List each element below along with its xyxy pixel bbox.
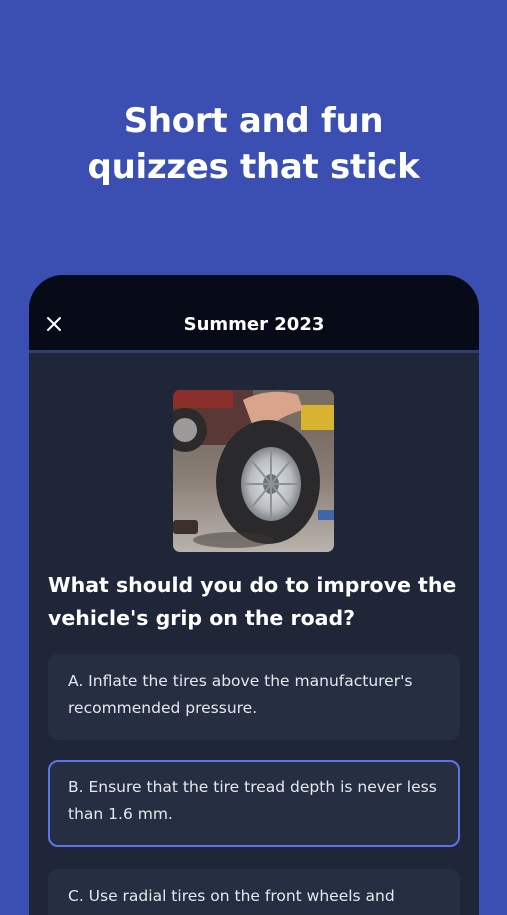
headline-line-1: Short and fun bbox=[123, 101, 384, 141]
answer-option-a[interactable]: A. Inflate the tires above the manufactu… bbox=[48, 654, 460, 740]
answer-option-c[interactable]: C. Use radial tires on the front wheels … bbox=[48, 869, 460, 915]
promo-headline: Short and fun quizzes that stick bbox=[0, 98, 507, 190]
answer-option-b[interactable]: B. Ensure that the tire tread depth is n… bbox=[48, 760, 460, 847]
quiz-header: Summer 2023 bbox=[29, 275, 479, 350]
quiz-title: Summer 2023 bbox=[183, 314, 325, 335]
headline-line-2: quizzes that stick bbox=[87, 147, 420, 187]
header-divider bbox=[29, 350, 479, 353]
question-image bbox=[173, 390, 334, 552]
question-text: What should you do to improve the vehicl… bbox=[48, 573, 457, 630]
phone-screen: Summer 2023 What should you do to improv… bbox=[29, 275, 479, 915]
